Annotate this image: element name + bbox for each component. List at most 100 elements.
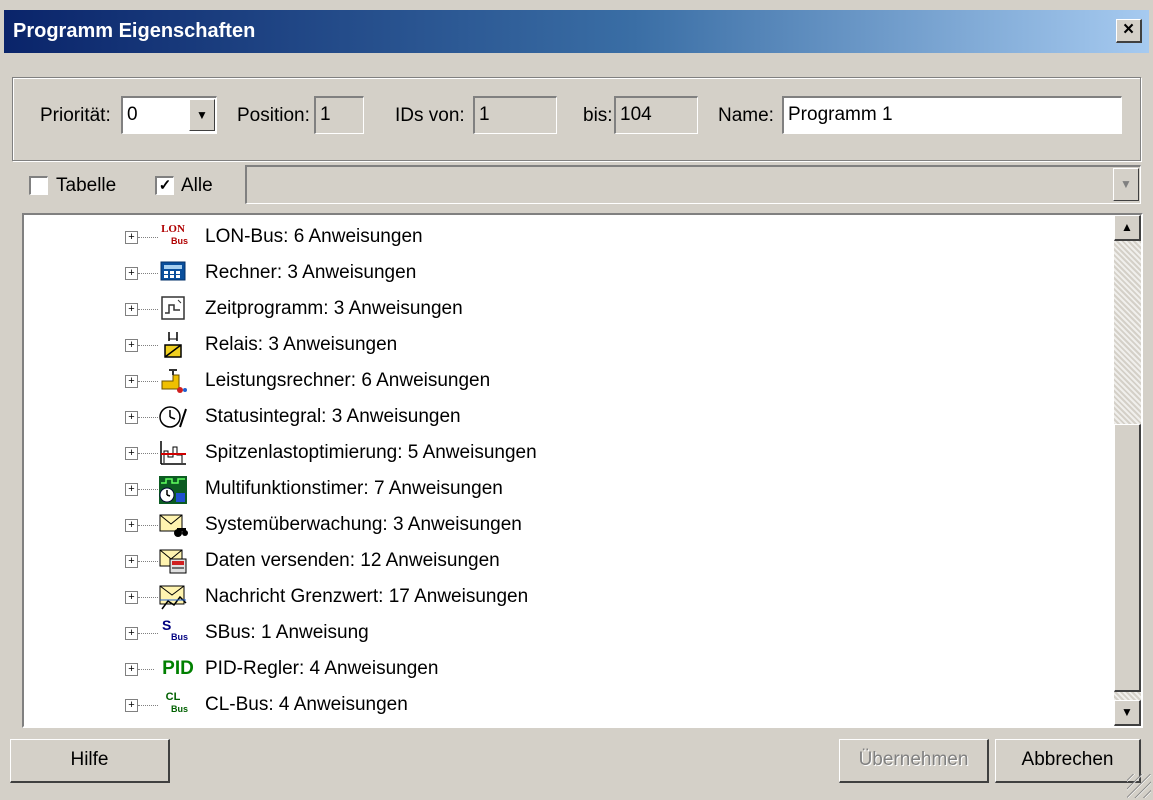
expand-icon[interactable]: + [125,267,138,280]
tree-item-label: Relais: 3 Anweisungen [205,334,398,355]
priority-dropdown-button[interactable]: ▼ [189,99,215,131]
tree-connector [138,561,158,562]
expand-icon[interactable]: + [125,483,138,496]
expand-icon[interactable]: + [125,591,138,604]
relay-icon [158,331,188,361]
chevron-up-icon: ▲ [1121,220,1133,234]
ids-from-field: 1 [473,96,557,134]
name-value: Programm 1 [788,104,893,125]
cl-icon-text: CL [165,691,181,703]
tree-item[interactable]: + PID PID-Regler: 4 Anweisungen [24,652,1104,688]
tree-connector [138,489,158,490]
ids-to-field: 104 [614,96,698,134]
tree-item[interactable]: + Systemüberwachung: 3 Anweisungen [24,508,1104,544]
expand-icon[interactable]: + [125,303,138,316]
tree-connector [138,345,158,346]
cancel-button-label: Abbrechen [1021,749,1114,770]
lon-icon-subtext: Bus [170,236,188,246]
tree-connector [138,453,158,454]
sbus-icon-text: S [162,617,172,633]
help-button[interactable]: Hilfe [10,739,170,783]
tree-item-label: Daten versenden: 12 Anweisungen [205,550,500,571]
expand-icon[interactable]: + [125,231,138,244]
apply-button[interactable]: Übernehmen [839,739,989,783]
filter-dropdown-button[interactable]: ▼ [1113,168,1139,201]
ids-from-label: IDs von: [395,105,465,126]
vertical-scrollbar[interactable]: ▲ ▼ [1114,215,1141,726]
ids-from-value: 1 [479,104,490,125]
tree-item[interactable]: + LON Bus LON-Bus: 6 Anweisungen [24,220,1104,256]
position-label: Position: [237,105,310,126]
properties-dialog: Programm Eigenschaften × Priorität: 0 ▼ … [0,0,1153,800]
chevron-down-icon: ▼ [1121,705,1133,719]
name-input[interactable]: Programm 1 [782,96,1122,134]
tree-item-label: Statusintegral: 3 Anweisungen [205,406,461,427]
expand-icon[interactable]: + [125,519,138,532]
tree-item[interactable]: + Zeitprogramm: 3 Anweisungen [24,292,1104,328]
tree-item-label: PID-Regler: 4 Anweisungen [205,658,439,679]
filter-select[interactable]: ▼ [245,165,1141,204]
tree-item[interactable]: + Relais: 3 Anweisungen [24,328,1104,364]
apply-button-label: Übernehmen [858,749,969,770]
chevron-down-icon: ▼ [196,108,208,122]
tree-item[interactable]: + S Bus SBus: 1 Anweisung [24,616,1104,652]
cl-icon-subtext: Bus [170,704,188,714]
instruction-tree[interactable]: + LON Bus LON-Bus: 6 Anweisungen + Rechn… [22,213,1143,728]
tree-item-label: Nachricht Grenzwert: 17 Anweisungen [205,586,529,607]
tree-connector [138,273,158,274]
tree-item[interactable]: + Spitzenlastoptimierung: 5 Anweisungen [24,436,1104,472]
tree-item[interactable]: + Statusintegral: 3 Anweisungen [24,400,1104,436]
expand-icon[interactable]: + [125,447,138,460]
tree-item-label: Rechner: 3 Anweisungen [205,262,417,283]
cl-bus-icon: CL Bus [158,691,188,721]
tree-item-label: CL-Bus: 4 Anweisungen [205,694,408,715]
alle-checkbox[interactable]: ✓ [155,176,174,195]
calculator-icon [158,259,188,289]
expand-icon[interactable]: + [125,375,138,388]
tree-item[interactable]: + Multifunktionstimer: 7 Anweisungen [24,472,1104,508]
cancel-button[interactable]: Abbrechen [995,739,1141,783]
tree-item[interactable]: + Leistungsrechner: 6 Anweisungen [24,364,1104,400]
title-bar[interactable]: Programm Eigenschaften × [4,10,1149,53]
tree-item-label: Zeitprogramm: 3 Anweisungen [205,298,463,319]
tree-connector [138,705,158,706]
expand-icon[interactable]: + [125,555,138,568]
scrollbar-thumb[interactable] [1114,424,1141,692]
tree-connector [138,525,158,526]
tree-connector [138,381,158,382]
expand-icon[interactable]: + [125,411,138,424]
resize-grip-icon[interactable] [1127,774,1151,798]
chevron-down-icon: ▼ [1120,177,1132,191]
priority-select[interactable]: 0 ▼ [121,96,217,134]
tree-item[interactable]: + CL Bus CL-Bus: 4 Anweisungen [24,688,1104,724]
time-program-icon [158,295,188,325]
program-properties-group: Priorität: 0 ▼ Position: 1 IDs von: 1 bi… [12,77,1141,161]
scroll-up-button[interactable]: ▲ [1114,215,1141,241]
close-button[interactable]: × [1116,19,1142,43]
checkmark-icon: ✓ [158,177,172,194]
power-calculator-icon [158,367,188,397]
scroll-down-button[interactable]: ▼ [1114,700,1141,726]
tree-connector [138,417,158,418]
pid-icon: PID [155,655,201,685]
tree-item[interactable]: + Rechner: 3 Anweisungen [24,256,1104,292]
tree-item[interactable]: + Daten versenden: 12 Anweisungen [24,544,1104,580]
position-value: 1 [320,104,331,125]
expand-icon[interactable]: + [125,663,138,676]
priority-label: Priorität: [40,105,111,126]
ids-to-label: bis: [583,105,613,126]
help-button-label: Hilfe [70,749,109,770]
expand-icon[interactable]: + [125,339,138,352]
tree-connector [138,309,158,310]
tree-item[interactable]: + Nachricht Grenzwert: 17 Anweisungen [24,580,1104,616]
tree-item-label: LON-Bus: 6 Anweisungen [205,226,423,247]
tree-connector [138,633,158,634]
tree-item-label: SBus: 1 Anweisung [205,622,369,643]
sbus-icon: S Bus [158,617,188,649]
limit-message-icon [158,583,188,613]
tabelle-checkbox[interactable] [29,176,48,195]
expand-icon[interactable]: + [125,627,138,640]
position-field: 1 [314,96,364,134]
expand-icon[interactable]: + [125,699,138,712]
tree-item-label: Spitzenlastoptimierung: 5 Anweisungen [205,442,537,463]
